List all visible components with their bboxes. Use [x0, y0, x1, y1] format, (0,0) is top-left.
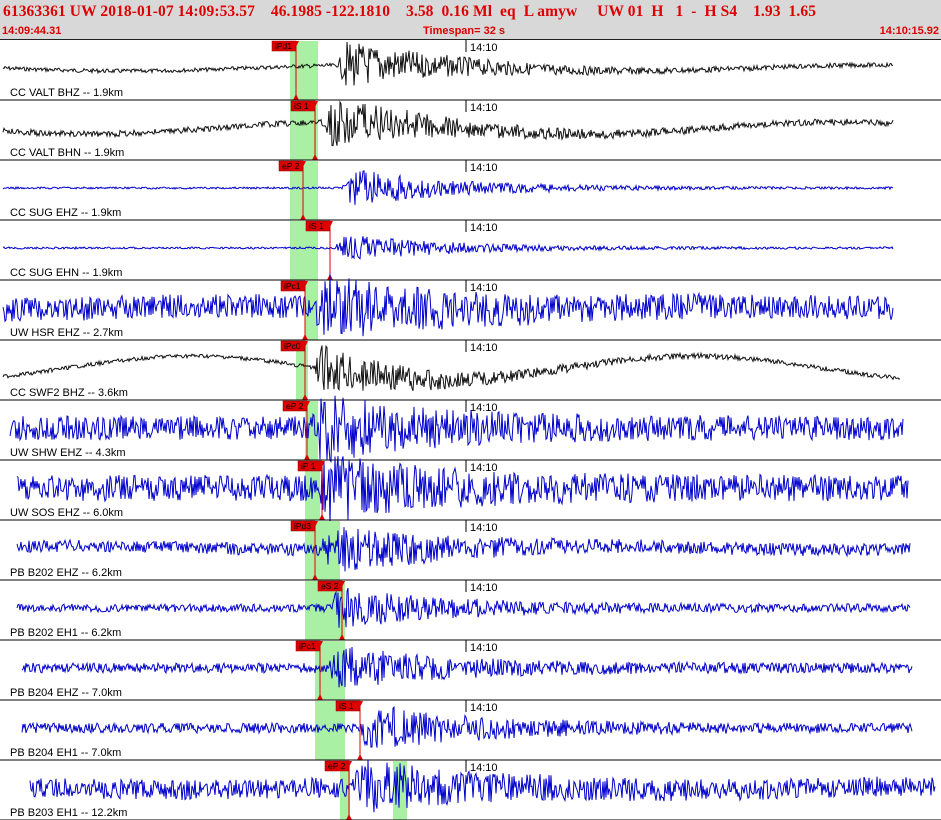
pick-label: iPc1 — [299, 641, 316, 651]
trace-row[interactable]: 14:10 eP 2 UW SHW EHZ -- 4.3km — [0, 395, 941, 463]
pick-label: iPd1 — [275, 41, 292, 51]
time-tick-label: 14:10 — [470, 342, 498, 354]
trace-row[interactable]: 14:10 eP 2 CC SUG EHZ -- 1.9km — [0, 160, 941, 221]
trace-row[interactable]: 14:10 iPd3 PB B202 EHZ -- 6.2km — [0, 520, 941, 581]
time-tick-label: 14:10 — [470, 702, 498, 714]
time-tick-label: 14:10 — [470, 582, 498, 594]
waveform — [2, 273, 894, 337]
pick-label: iS 1 — [294, 101, 309, 111]
time-tick-label: 14:10 — [470, 162, 498, 174]
channel-label: CC SUG EHZ -- 1.9km — [10, 207, 121, 219]
trace-row[interactable]: 14:10 iS 1 CC SUG EHN -- 1.9km — [0, 220, 941, 281]
channel-label: PB B204 EHZ -- 7.0km — [10, 687, 122, 699]
trace-row[interactable]: 14:10 iPd1 CC VALT BHZ -- 1.9km — [0, 40, 941, 101]
pick-label: eP 2 — [286, 401, 304, 411]
time-tick-label: 14:10 — [470, 642, 498, 654]
pick-label: iPd3 — [294, 521, 311, 531]
trace-row[interactable]: 14:10 eP 2 PB B203 EH1 -- 12.2km — [0, 759, 941, 820]
waveform — [16, 587, 911, 628]
time-tick-label: 14:10 — [470, 402, 498, 414]
channel-label: PB B202 EH1 -- 6.2km — [10, 627, 121, 639]
trace-row[interactable]: 14:10 iP 1 UW SOS EHZ -- 6.0km — [0, 456, 941, 525]
waveform — [2, 236, 894, 260]
time-tick-label: 14:10 — [470, 522, 498, 534]
pick-label: eP 2 — [282, 161, 300, 171]
pick-marker-bottom — [357, 754, 363, 760]
trace-row[interactable]: 14:10 iPc1 UW HSR EHZ -- 2.7km — [0, 273, 941, 341]
channel-label: UW SOS EHZ -- 6.0km — [10, 507, 123, 519]
channel-label: CC SWF2 BHZ -- 3.6km — [10, 387, 128, 399]
channel-label: PB B202 EHZ -- 6.2km — [10, 567, 122, 579]
time-tick-label: 14:10 — [470, 222, 498, 234]
trace-row[interactable]: 14:10 iS 1 CC VALT BHN -- 1.9km — [0, 100, 941, 161]
waveform — [2, 170, 894, 205]
pick-label: iS 1 — [309, 221, 324, 231]
trace-row[interactable]: 14:10 iPc1 PB B204 EHZ -- 7.0km — [0, 640, 941, 701]
channel-label: CC VALT BHN -- 1.9km — [10, 147, 124, 159]
time-tick-label: 14:10 — [470, 42, 498, 54]
channel-label: CC SUG EHN -- 1.9km — [10, 267, 122, 279]
time-tick-label: 14:10 — [470, 102, 498, 114]
time-tick-label: 14:10 — [470, 762, 498, 774]
pick-label: iP 1 — [301, 461, 316, 471]
trace-row[interactable]: 14:10 iPc0 CC SWF2 BHZ -- 3.6km — [0, 340, 941, 401]
pick-label: iPc0 — [284, 341, 301, 351]
waveform — [16, 527, 911, 572]
pick-label: eS 2 — [321, 581, 339, 591]
trace-row[interactable]: 14:10 iS 1 PB B204 EH1 -- 7.0km — [0, 700, 941, 761]
channel-label: CC VALT BHZ -- 1.9km — [10, 87, 123, 99]
timespan: Timespan= 32 s — [423, 25, 506, 37]
pick-label: eP 2 — [328, 761, 346, 771]
end-time: 14:10:15.92 — [879, 25, 939, 37]
waveform — [9, 395, 904, 463]
event-title: 61363361 UW 2018-01-07 14:09:53.57 46.19… — [3, 3, 817, 20]
start-time: 14:09:44.31 — [2, 25, 62, 37]
waveform — [2, 100, 894, 147]
time-tick-label: 14:10 — [470, 282, 498, 294]
waveform — [21, 646, 913, 688]
channel-label: PB B204 EH1 -- 7.0km — [10, 747, 121, 759]
channel-label: UW SHW EHZ -- 4.3km — [10, 447, 126, 459]
waveform — [16, 456, 909, 525]
pick-label: iS 1 — [339, 701, 354, 711]
channel-label: UW HSR EHZ -- 2.7km — [10, 327, 123, 339]
trace-row[interactable]: 14:10 eS 2 PB B202 EH1 -- 6.2km — [0, 580, 941, 641]
channel-label: PB B203 EH1 -- 12.2km — [10, 807, 127, 819]
waveform — [2, 344, 901, 392]
pick-label: iPc1 — [284, 281, 301, 291]
waveform — [21, 706, 913, 748]
waveform — [2, 41, 894, 86]
header-bar: 61363361 UW 2018-01-07 14:09:53.57 46.19… — [0, 0, 941, 40]
seismogram-panel[interactable]: 14:10 iPd1 CC VALT BHZ -- 1.9km 14:10 iS 1 CC… — [0, 40, 941, 820]
time-tick-label: 14:10 — [470, 462, 498, 474]
